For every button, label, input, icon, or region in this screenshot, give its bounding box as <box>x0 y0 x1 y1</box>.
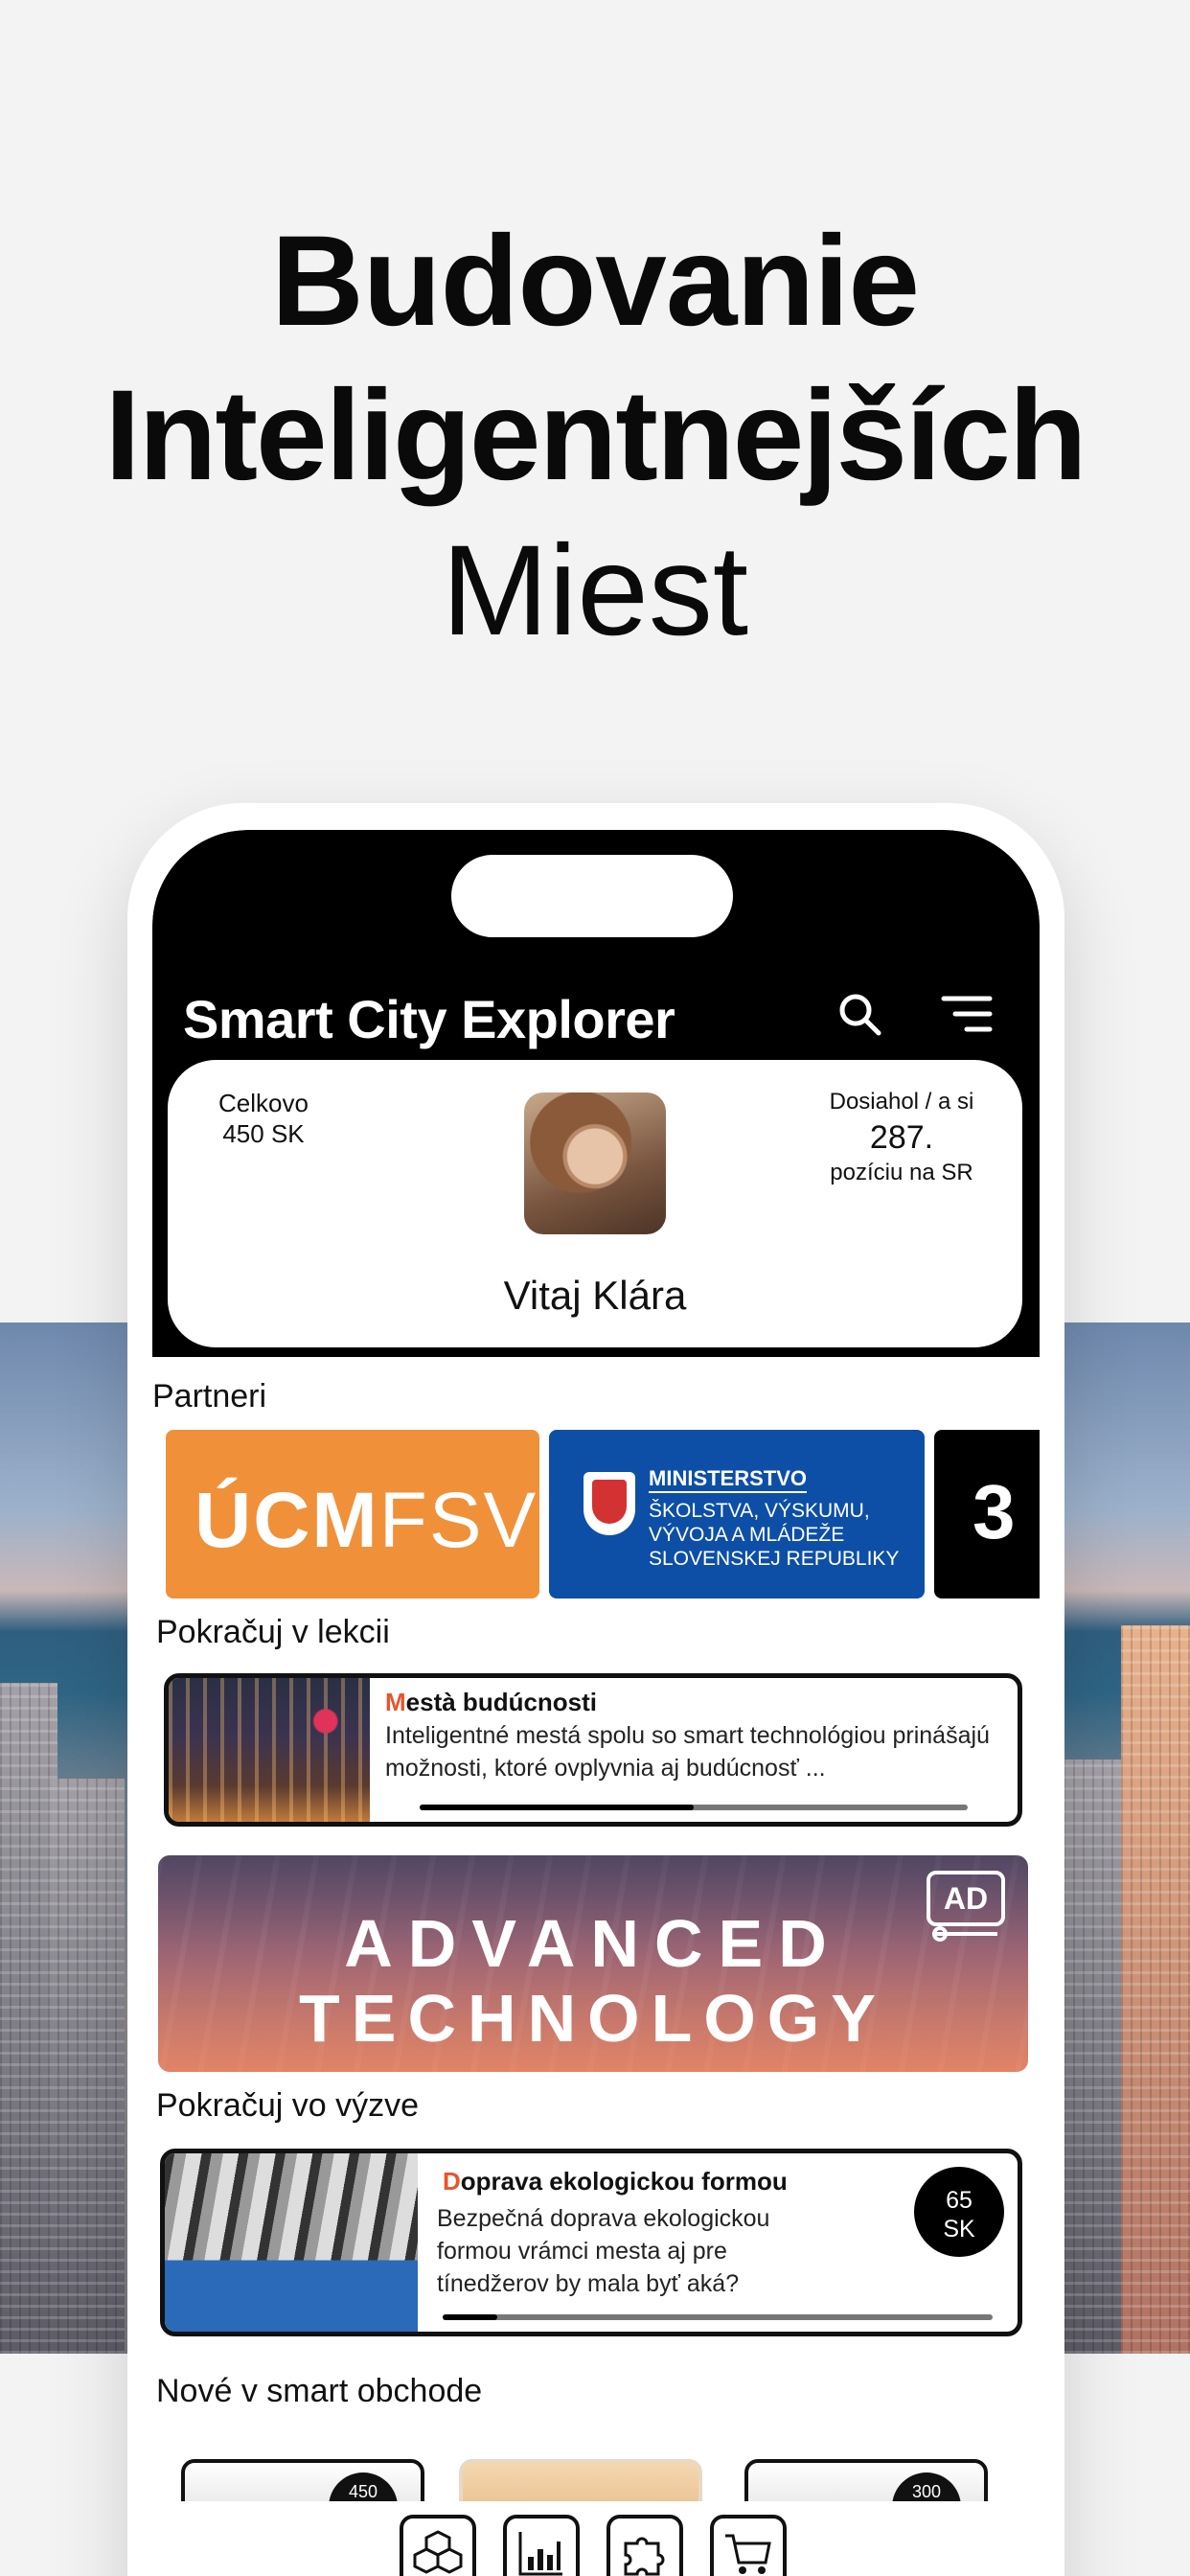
challenge-section-title: Pokračuj vo výzve <box>156 2087 419 2124</box>
rank-sub: pozíciu na SR <box>830 1160 973 1185</box>
partner-ministry[interactable]: MINISTERSTVO ŠKOLSTVA, VÝSKUMU, VÝVOJA A… <box>549 1430 925 1598</box>
partner-third[interactable]: 3 <box>934 1430 1040 1598</box>
chart-icon[interactable] <box>503 2515 580 2576</box>
headline-line-3: Miest <box>441 518 749 662</box>
challenge-title: Doprava ekologickou formou <box>443 2167 788 2196</box>
headline-line-1: Budovanie <box>271 210 920 353</box>
puzzle-icon[interactable] <box>606 2515 683 2576</box>
partner-ucm-fsv[interactable]: ÚCMFSV <box>166 1430 539 1598</box>
menu-icon[interactable] <box>940 993 994 1035</box>
lesson-title: Mestà budúcnosti <box>385 1688 598 1716</box>
slovak-crest-icon <box>584 1472 635 1535</box>
app-screen: Smart City Explorer Celkovo 450 SK Dosia… <box>152 830 1040 2576</box>
partners-carousel[interactable]: ÚCMFSV MINISTERSTVO ŠKOLSTVA, VÝSKUMU, V… <box>166 1430 1040 1598</box>
profile-card: Celkovo 450 SK Dosiahol / a si 287. pozí… <box>168 1060 1022 1347</box>
lesson-text: Inteligentné mestá spolu so smart techno… <box>385 1722 990 1782</box>
ministry-lines: ŠKOLSTVA, VÝSKUMU, VÝVOJA A MLÁDEŽE SLOV… <box>649 1500 900 1571</box>
total-value: 450 SK <box>222 1119 305 1148</box>
ad-line-2: TECHNOLOGY <box>299 1981 887 2056</box>
headline-line-2: Inteligentnejších <box>104 364 1087 508</box>
ministry-line-1: MINISTERSTVO <box>649 1466 808 1493</box>
search-icon[interactable] <box>836 991 882 1037</box>
app-title: Smart City Explorer <box>183 989 675 1049</box>
ad-banner[interactable]: ADVANCED TECHNOLOGY AD <box>158 1855 1028 2072</box>
phone-frame: Smart City Explorer Celkovo 450 SK Dosia… <box>127 803 1064 2576</box>
partners-title: Partneri <box>152 1378 267 1414</box>
lesson-image <box>169 1678 370 1822</box>
reward-unit: SK <box>943 2216 975 2242</box>
lesson-progress-fill <box>420 1805 694 1810</box>
rank-label: Dosiahol / a si <box>829 1089 974 1115</box>
ad-badge: AD <box>927 1871 1005 1926</box>
lesson-progress <box>420 1805 968 1810</box>
challenge-card[interactable]: Doprava ekologickou formou Bezpečná dopr… <box>160 2149 1022 2336</box>
rank-value: 287. <box>869 1119 934 1156</box>
lesson-card[interactable]: Mestà budúcnosti Inteligentné mestá spol… <box>164 1673 1022 1827</box>
ad-badge-slider-dot <box>932 1926 948 1942</box>
greeting: Vitaj Klára <box>503 1273 687 1318</box>
third-partner-logo: 3 <box>973 1469 1016 1554</box>
cubes-icon[interactable] <box>400 2515 476 2576</box>
challenge-text: Bezpečná doprava ekologickou formou vrám… <box>437 2205 770 2297</box>
dynamic-island <box>451 855 733 937</box>
total-label: Celkovo <box>218 1089 309 1117</box>
marketing-headline: Budovanie Inteligentnejších Miest <box>0 210 1190 662</box>
cart-icon[interactable] <box>710 2515 787 2576</box>
lesson-section-title: Pokračuj v lekcii <box>156 1614 390 1650</box>
avatar[interactable] <box>524 1092 666 1234</box>
ucm-logo: ÚCMFSV <box>195 1477 538 1564</box>
shop-section-title: Nové v smart obchode <box>156 2373 483 2409</box>
app-header: Smart City Explorer Celkovo 450 SK Dosia… <box>152 830 1040 1357</box>
challenge-image <box>165 2153 418 2332</box>
challenge-progress <box>443 2314 993 2320</box>
bottom-tab-bar <box>152 2501 1040 2576</box>
ad-line-1: ADVANCED <box>344 1906 842 1981</box>
challenge-progress-fill <box>443 2314 498 2320</box>
reward-badge: 65 SK <box>914 2167 1004 2257</box>
reward-value: 65 <box>946 2187 973 2214</box>
